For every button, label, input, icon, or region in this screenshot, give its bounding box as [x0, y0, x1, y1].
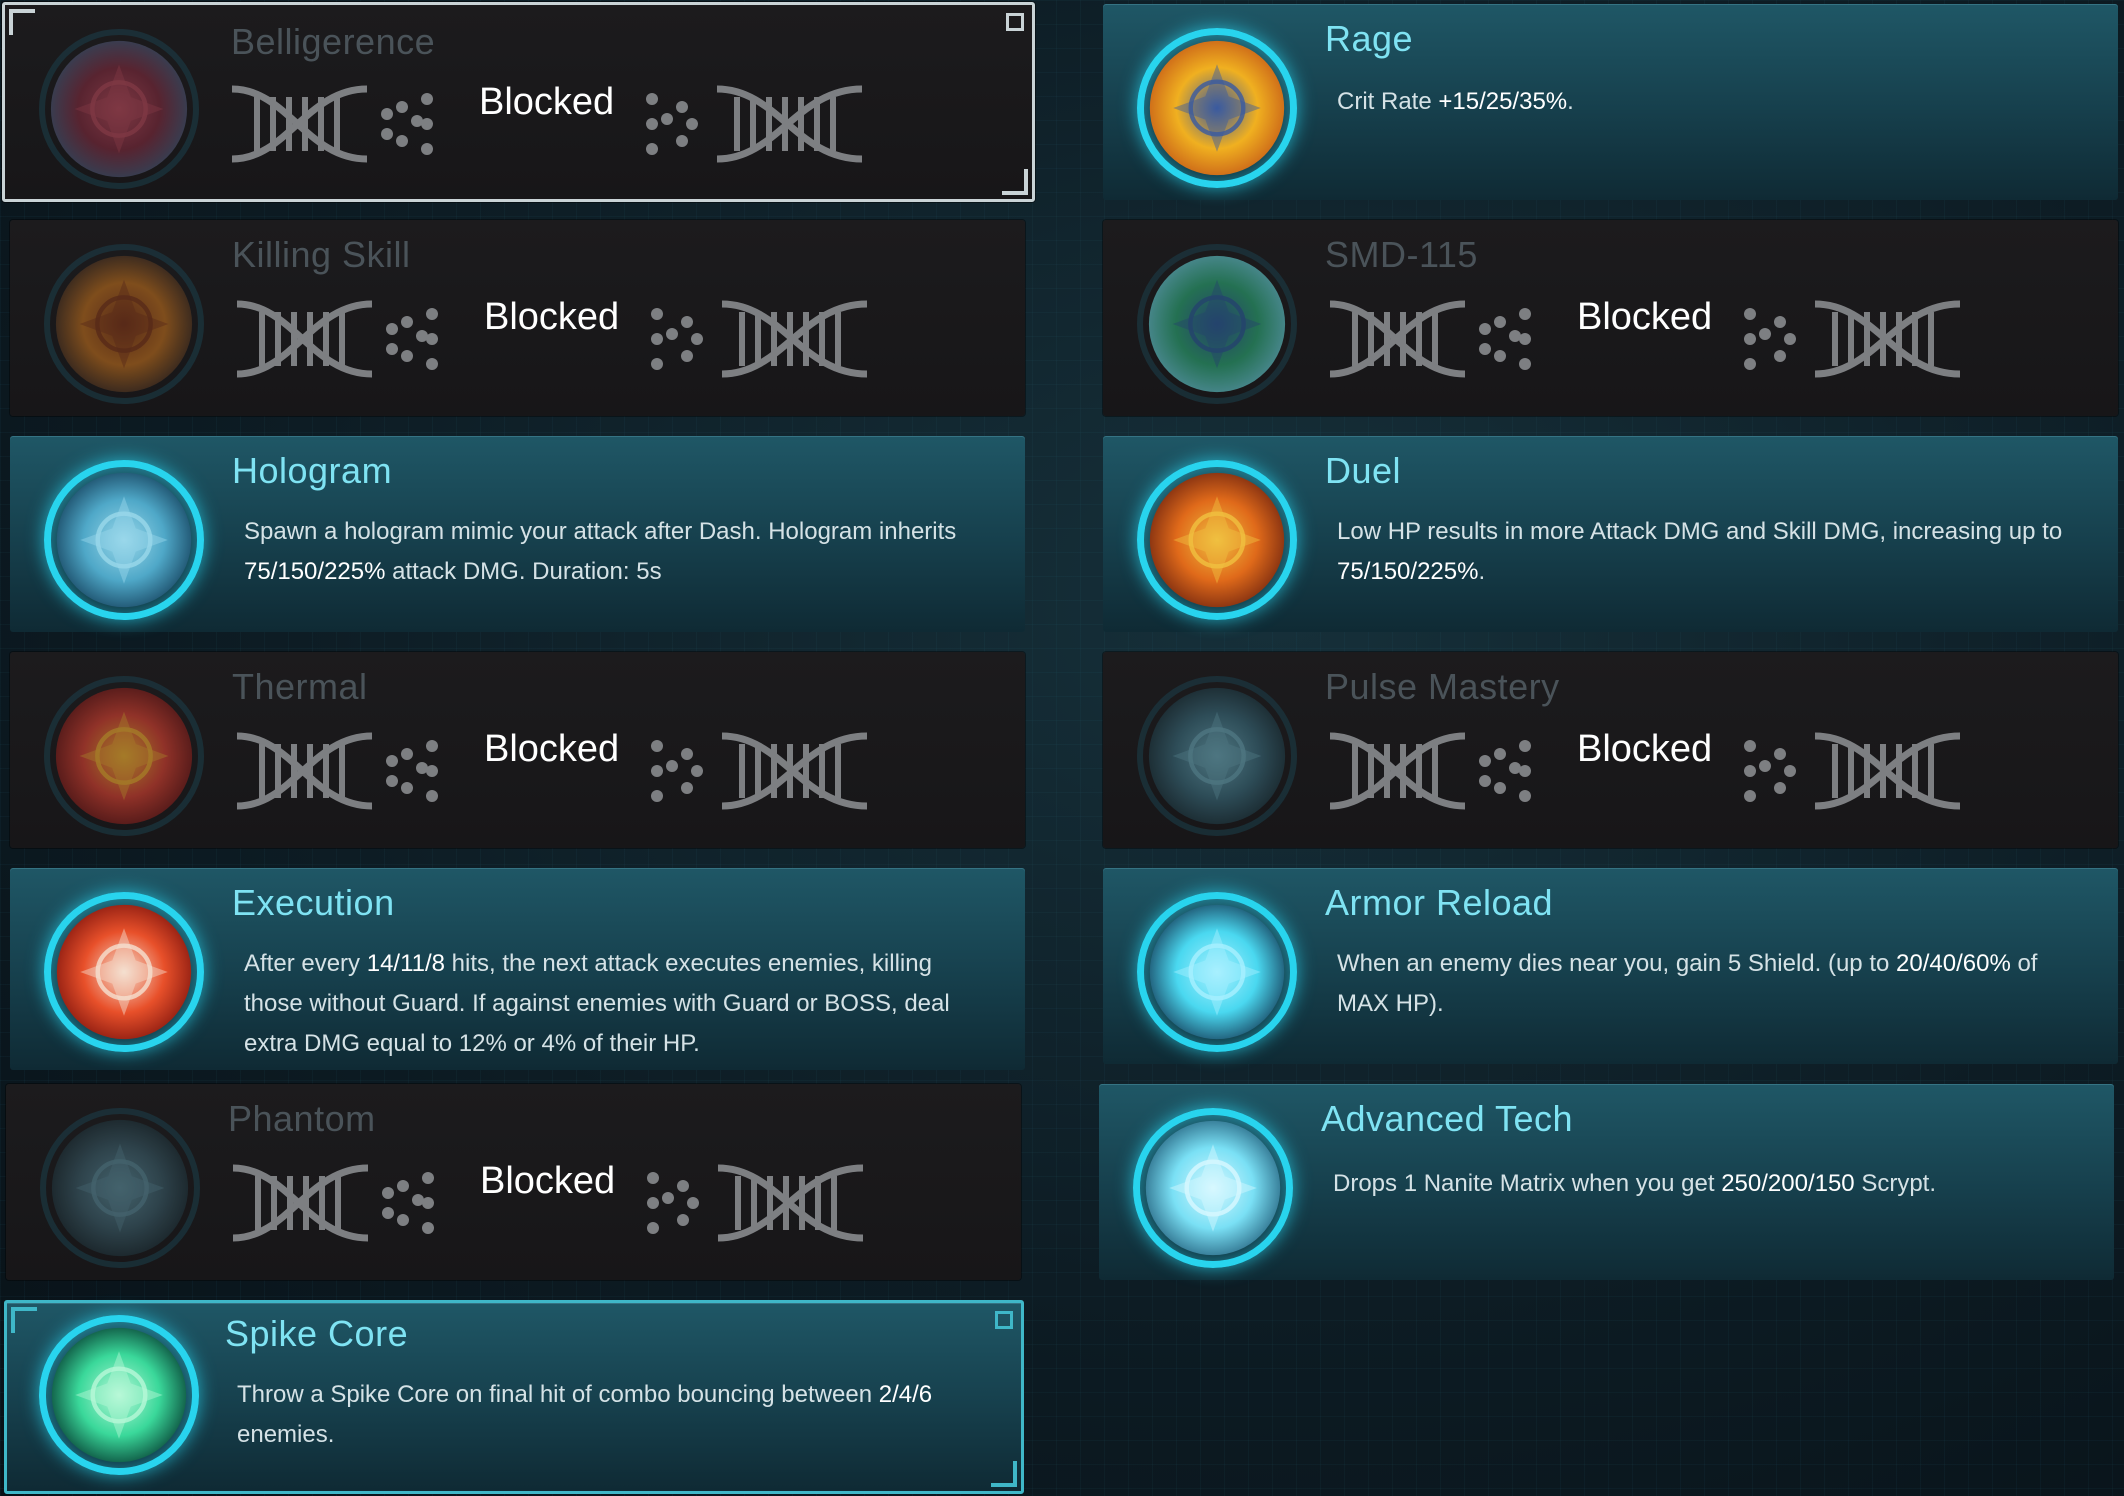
blocked-label: Blocked [480, 1160, 616, 1202]
belligerence-icon [39, 29, 199, 189]
desc-value: 20/40/60% [1896, 950, 2011, 977]
desc-text: attack DMG. Duration: 5s [385, 558, 662, 585]
talent-title: Thermal [232, 666, 368, 707]
talent-description: After every 14/11/8 hits, the next attac… [244, 944, 994, 1064]
desc-text: After every [244, 950, 367, 977]
talent-card-hologram[interactable]: Hologram Spawn a hologram mimic your att… [10, 436, 1025, 632]
selection-square-icon [995, 1311, 1013, 1329]
blocked-label: Blocked [1577, 296, 1713, 338]
selection-corner-icon [11, 1307, 37, 1333]
rage-icon [1137, 28, 1297, 188]
talent-description: When an enemy dies near you, gain 5 Shie… [1337, 944, 2087, 1024]
talent-description: Throw a Spike Core on final hit of combo… [237, 1375, 987, 1455]
execution-icon [44, 892, 204, 1052]
killing-skill-icon [44, 244, 204, 404]
talent-title: Spike Core [225, 1313, 409, 1354]
desc-value: 2/4/6 [878, 1381, 933, 1408]
talent-card-thermal[interactable]: Thermal Blocked [10, 652, 1025, 848]
selection-square-icon [1006, 13, 1024, 31]
talent-title: Advanced Tech [1321, 1098, 1574, 1139]
desc-value: +15/25/35% [1438, 88, 1568, 115]
talent-title: SMD-115 [1325, 234, 1478, 275]
talent-card-smd-115[interactable]: SMD-115 Blocked [1103, 220, 2118, 416]
talent-title: Killing Skill [232, 234, 411, 275]
selection-corner-icon [9, 9, 35, 35]
blocked-label: Blocked [484, 296, 620, 338]
hologram-icon [44, 460, 204, 620]
talent-card-spike-core[interactable]: Spike Core Throw a Spike Core on final h… [4, 1300, 1024, 1494]
desc-value: 75/150/225% [1337, 558, 1479, 585]
talent-card-execution[interactable]: Execution After every 14/11/8 hits, the … [10, 868, 1025, 1070]
desc-text: . [1567, 88, 1574, 115]
desc-value: 250/200/150 [1721, 1170, 1855, 1197]
phantom-icon [40, 1108, 200, 1268]
talent-title: Armor Reload [1325, 882, 1554, 923]
selection-corner-icon [991, 1461, 1017, 1487]
selection-corner-icon [1002, 169, 1028, 195]
desc-text: Low HP results in more Attack DMG and Sk… [1337, 518, 2063, 545]
duel-icon [1137, 460, 1297, 620]
desc-text: Spawn a hologram mimic your attack after… [244, 518, 957, 545]
desc-text: When an enemy dies near you, gain 5 Shie… [1337, 950, 1897, 977]
talent-description: Crit Rate +15/25/35%. [1337, 82, 2087, 122]
armor-reload-icon [1137, 892, 1297, 1052]
talent-card-belligerence[interactable]: Belligerence Blocked [2, 2, 1035, 202]
talent-title: Hologram [232, 450, 393, 491]
talent-title: Belligerence [231, 21, 436, 62]
talent-card-duel[interactable]: Duel Low HP results in more Attack DMG a… [1103, 436, 2118, 632]
thermal-icon [44, 676, 204, 836]
talent-description: Low HP results in more Attack DMG and Sk… [1337, 512, 2087, 592]
pulse-mastery-icon [1137, 676, 1297, 836]
desc-text: Scrypt. [1854, 1170, 1937, 1197]
talent-title: Phantom [228, 1098, 376, 1139]
talent-title: Pulse Mastery [1325, 666, 1560, 707]
desc-text: . [1478, 558, 1486, 585]
desc-text: enemies. [237, 1421, 335, 1448]
talent-card-killing-skill[interactable]: Killing Skill Blocked [10, 220, 1025, 416]
advanced-tech-icon [1133, 1108, 1293, 1268]
talent-description: Spawn a hologram mimic your attack after… [244, 512, 994, 592]
desc-value: 14/11/8 [366, 950, 446, 977]
talent-title: Rage [1325, 18, 1414, 59]
talent-card-phantom[interactable]: Phantom Blocked [6, 1084, 1021, 1280]
desc-text: Crit Rate [1337, 88, 1439, 115]
talent-title: Duel [1325, 450, 1402, 491]
smd-115-icon [1137, 244, 1297, 404]
talent-card-advanced-tech[interactable]: Advanced Tech Drops 1 Nanite Matrix when… [1099, 1084, 2114, 1280]
talent-card-rage[interactable]: Rage Crit Rate +15/25/35%. [1103, 4, 2118, 200]
desc-value: 75/150/225% [244, 558, 386, 585]
desc-text: Throw a Spike Core on final hit of combo… [237, 1381, 879, 1408]
talent-card-armor-reload[interactable]: Armor Reload When an enemy dies near you… [1103, 868, 2118, 1064]
blocked-label: Blocked [479, 81, 615, 123]
spike-core-icon [39, 1315, 199, 1475]
blocked-label: Blocked [1577, 728, 1713, 770]
desc-text: Drops 1 Nanite Matrix when you get [1333, 1170, 1722, 1197]
talent-title: Execution [232, 882, 395, 923]
talent-card-pulse-mastery[interactable]: Pulse Mastery Blocked [1103, 652, 2118, 848]
talent-description: Drops 1 Nanite Matrix when you get 250/2… [1333, 1164, 2083, 1204]
blocked-label: Blocked [484, 728, 620, 770]
